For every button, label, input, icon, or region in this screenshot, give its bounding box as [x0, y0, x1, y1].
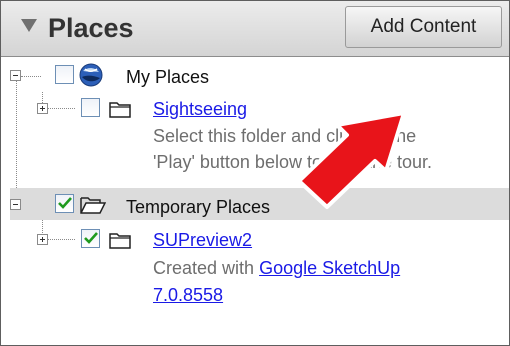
tree-connector-line [42, 220, 43, 235]
my-places-checkbox[interactable] [55, 65, 74, 84]
temporary-places-checkbox[interactable] [55, 194, 74, 213]
panel-header: Places Add Content [1, 1, 509, 57]
sketchup-version-link[interactable]: 7.0.8558 [153, 285, 223, 305]
tree-connector-line [47, 108, 75, 109]
expand-toggle-icon[interactable] [37, 103, 48, 114]
tree-connector-line [21, 76, 41, 77]
tree-connector-line [47, 239, 75, 240]
add-content-button[interactable]: Add Content [345, 6, 502, 48]
supreview2-description-line2: 7.0.8558 [153, 282, 223, 308]
supreview2-checkbox[interactable] [81, 229, 100, 248]
sightseeing-checkbox[interactable] [81, 98, 100, 117]
places-panel: Places Add Content My Places Sightseeing… [0, 0, 510, 346]
open-folder-icon [80, 197, 106, 214]
temporary-places-label: Temporary Places [126, 197, 271, 217]
collapse-toggle-icon[interactable] [10, 70, 21, 81]
collapse-toggle-icon[interactable] [10, 199, 21, 210]
checkmark-icon [58, 197, 72, 209]
supreview2-link[interactable]: SUPreview2 [153, 228, 252, 252]
my-places-label: My Places [126, 67, 210, 87]
earth-globe-icon [79, 63, 103, 87]
collapse-triangle-icon[interactable] [21, 19, 37, 32]
panel-title: Places [48, 13, 134, 43]
expand-toggle-icon[interactable] [37, 234, 48, 245]
checkmark-icon [84, 232, 98, 244]
google-sketchup-link[interactable]: Google SketchUp [259, 258, 400, 278]
red-arrow-annotation [297, 111, 406, 209]
supreview2-description-line1: Created with Google SketchUp [153, 255, 400, 281]
folder-icon [109, 102, 131, 118]
supreview2-description-prefix: Created with [153, 258, 260, 278]
folder-icon [109, 233, 131, 249]
sightseeing-link[interactable]: Sightseeing [153, 97, 247, 121]
